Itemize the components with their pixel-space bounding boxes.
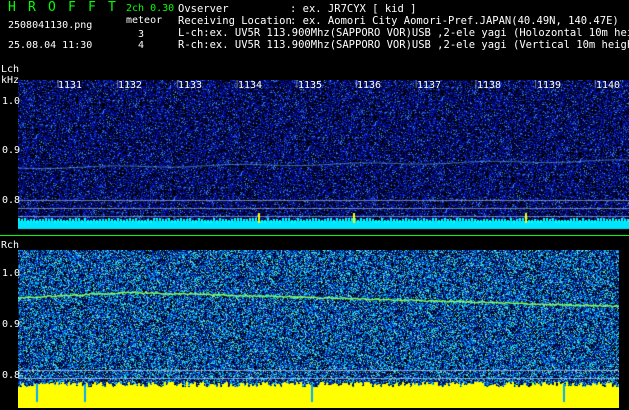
title-letter: H xyxy=(8,0,16,15)
rch-ytick-0.9: 0.9 xyxy=(2,319,21,330)
time-tick: 1133 xyxy=(178,80,203,91)
time-tick: 1135 xyxy=(298,80,323,91)
lch-ytick-0.8: 0.8 xyxy=(2,195,21,206)
rch-description: R-ch:ex. UV5R 113.900Mhz(SAPPORO VOR)USB… xyxy=(178,40,629,51)
version-label: 2ch 0.30 xyxy=(126,3,175,14)
meteor-label: meteor xyxy=(126,15,163,26)
rch-spectrogram xyxy=(18,250,629,408)
title-letter: O xyxy=(48,0,56,15)
time-tick: 1131 xyxy=(58,80,83,91)
lch-ytick-1.0: 1.0 xyxy=(2,96,21,107)
time-tick: 1140 xyxy=(596,80,621,91)
time-tick: 1134 xyxy=(238,80,263,91)
time-tick: 1137 xyxy=(417,80,442,91)
filename: 2508041130.png xyxy=(8,20,93,31)
panel-divider xyxy=(0,235,629,236)
title-letter: F xyxy=(88,0,96,15)
observer-label: Ovserver xyxy=(178,3,229,15)
right-edge-bar xyxy=(619,250,629,410)
lch-ytick-0.9: 0.9 xyxy=(2,145,21,156)
location-label: Receiving Location xyxy=(178,15,292,27)
lch-spectrogram xyxy=(18,80,629,230)
meteor-count-rch: 4 xyxy=(138,40,145,51)
time-tick: 1136 xyxy=(357,80,382,91)
time-tick: 1139 xyxy=(537,80,562,91)
observer-value: : ex. JR7CYX [ kid ] xyxy=(290,3,417,15)
lch-description: L-ch:ex. UV5R 113.900Mhz(SAPPORO VOR)USB… xyxy=(178,28,629,39)
app-title: HROFFT xyxy=(8,0,128,15)
rch-ytick-1.0: 1.0 xyxy=(2,268,21,279)
title-letter: T xyxy=(108,0,116,15)
lch-label: Lch xyxy=(1,64,20,75)
rch-label: Rch xyxy=(1,240,20,251)
rch-ytick-0.8: 0.8 xyxy=(2,370,21,381)
lch-unit: kHz xyxy=(1,75,20,86)
title-letter: F xyxy=(68,0,76,15)
datetime: 25.08.04 11:30 xyxy=(8,40,93,51)
title-letter: R xyxy=(28,0,36,15)
time-tick: 1138 xyxy=(477,80,502,91)
time-tick: 1132 xyxy=(118,80,143,91)
location-value: : ex. Aomori City Aomori-Pref.JAPAN(40.4… xyxy=(290,15,619,27)
